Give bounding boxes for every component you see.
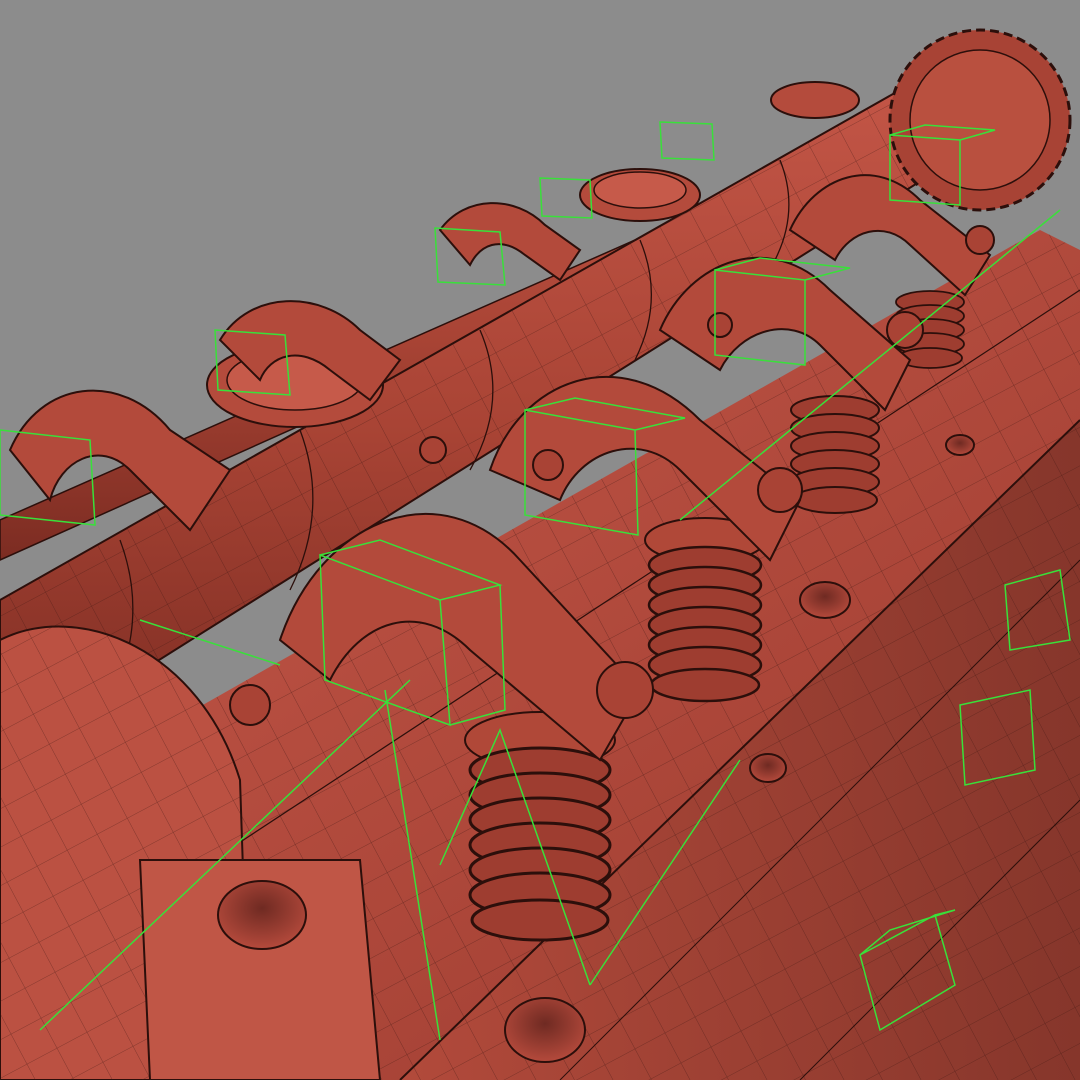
3d-viewport[interactable] (0, 0, 1080, 1080)
engine-cylinder-head-model[interactable] (0, 0, 1080, 1080)
timing-gear (888, 28, 1072, 212)
